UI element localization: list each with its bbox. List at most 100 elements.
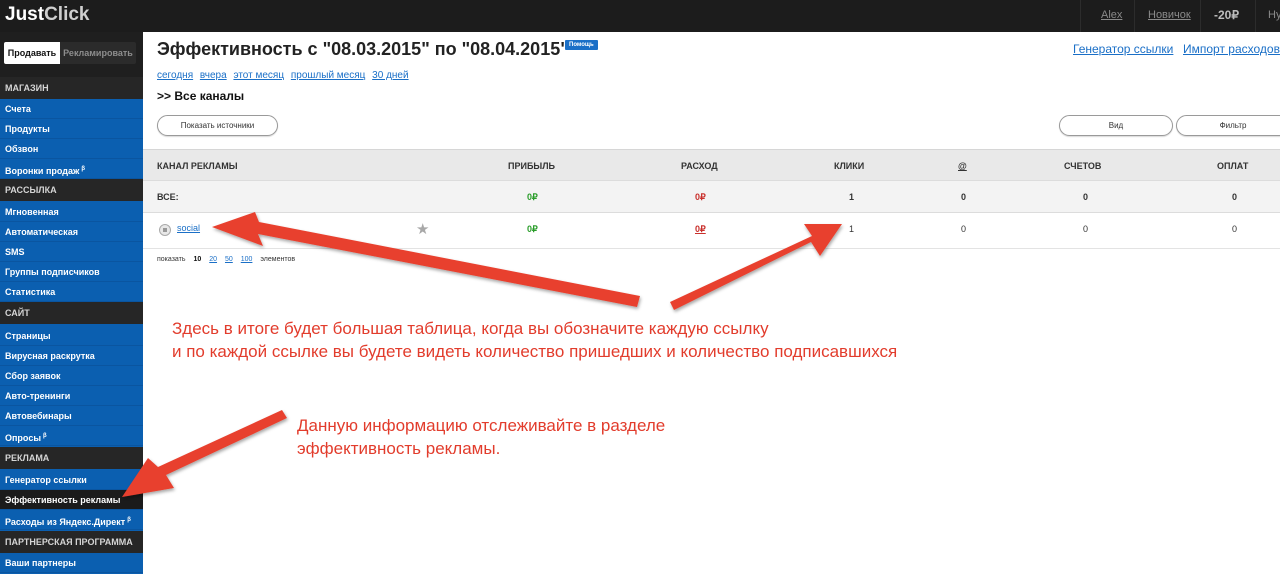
level-link[interactable]: Новичок bbox=[1148, 9, 1191, 21]
sidebar-item-pages[interactable]: Страницы bbox=[0, 326, 143, 346]
divider bbox=[1255, 0, 1256, 32]
channel-icon[interactable] bbox=[159, 224, 171, 236]
sidebar-item-funnels[interactable]: Воронки продаж β bbox=[0, 159, 143, 179]
row-payments: 0 bbox=[1232, 224, 1238, 234]
divider bbox=[1200, 0, 1201, 32]
arrow-to-sidebar bbox=[122, 410, 287, 497]
pager-label: показать bbox=[157, 256, 186, 263]
col-at[interactable]: @ bbox=[958, 161, 967, 171]
pager-option-20[interactable]: 20 bbox=[209, 256, 217, 263]
row-clicks: 1 bbox=[849, 224, 855, 234]
sidebar-item-link-generator[interactable]: Генератор ссылки bbox=[0, 470, 143, 490]
total-at: 0 bbox=[961, 192, 967, 202]
tab-advertise[interactable]: Рекламировать bbox=[60, 42, 136, 64]
table-header: КАНАЛ РЕКЛАМЫ ПРИБЫЛЬ РАСХОД КЛИКИ @ СЧЕ… bbox=[143, 149, 1280, 180]
col-profit[interactable]: ПРИБЫЛЬ bbox=[508, 161, 555, 171]
row-invoices: 0 bbox=[1083, 224, 1089, 234]
annotation-note-section: Данную информацию отслеживайте в разделе… bbox=[297, 414, 665, 460]
sidebar-item-invoices[interactable]: Счета bbox=[0, 99, 143, 119]
col-channel[interactable]: КАНАЛ РЕКЛАМЫ bbox=[157, 161, 238, 171]
star-icon[interactable]: ★ bbox=[416, 220, 429, 238]
total-clicks: 1 bbox=[849, 192, 855, 202]
sidebar-item-instant[interactable]: Мгновенная bbox=[0, 202, 143, 222]
top-bar: JustClick Alex Новичок -20₽ Ну bbox=[0, 0, 1280, 32]
channel-link[interactable]: social bbox=[177, 223, 200, 233]
pager-option-100[interactable]: 100 bbox=[241, 256, 253, 263]
row-at: 0 bbox=[961, 224, 967, 234]
sidebar-item-yandex-direct[interactable]: Расходы из Яндекс.Директ β bbox=[0, 510, 143, 530]
divider bbox=[1080, 0, 1081, 32]
total-expense: 0₽ bbox=[695, 192, 706, 202]
sidebar-item-subscriber-groups[interactable]: Группы подписчиков bbox=[0, 262, 143, 282]
sidebar-item-calls[interactable]: Обзвон bbox=[0, 139, 143, 159]
date-range-links: сегодня вчера этот месяц прошлый месяц 3… bbox=[157, 70, 413, 81]
pager-current: 10 bbox=[193, 256, 202, 263]
beta-mark: β bbox=[127, 517, 131, 523]
beta-mark: β bbox=[81, 166, 86, 172]
total-profit: 0₽ bbox=[527, 192, 538, 202]
total-payments: 0 bbox=[1232, 192, 1238, 202]
total-label: ВСЕ: bbox=[157, 192, 179, 202]
logo-just: Just bbox=[5, 4, 45, 25]
col-payments[interactable]: ОПЛАТ bbox=[1217, 161, 1248, 171]
annotation-line: эффективность рекламы. bbox=[297, 439, 501, 458]
pager-suffix: элементов bbox=[260, 256, 296, 263]
link-generator-link[interactable]: Генератор ссылки bbox=[1073, 42, 1173, 56]
pagination: показать 10 20 50 100 элементов bbox=[157, 256, 295, 263]
annotation-line: и по каждой ссылке вы будете видеть коли… bbox=[172, 342, 898, 361]
annotation-line: Здесь в итоге будет большая таблица, ког… bbox=[172, 319, 769, 338]
date-link-30-days[interactable]: 30 дней bbox=[372, 70, 408, 81]
sidebar-item-label: Воронки продаж bbox=[5, 166, 80, 176]
sidebar-item-label: Расходы из Яндекс.Директ bbox=[5, 517, 126, 527]
section-partners: ПАРТНЕРСКАЯ ПРОГРАММА bbox=[0, 531, 143, 553]
row-expense[interactable]: 0₽ bbox=[695, 224, 706, 235]
sidebar-item-polls[interactable]: Опросы β bbox=[0, 426, 143, 446]
beta-mark: β bbox=[43, 433, 47, 439]
sidebar-item-automatic[interactable]: Автоматическая bbox=[0, 222, 143, 242]
col-expense[interactable]: РАСХОД bbox=[681, 161, 718, 171]
sidebar-item-autowebinars[interactable]: Автовебинары bbox=[0, 406, 143, 426]
sidebar-item-sms[interactable]: SMS bbox=[0, 242, 143, 262]
sidebar-item-statistics[interactable]: Статистика bbox=[0, 282, 143, 302]
annotation-line: Данную информацию отслеживайте в разделе bbox=[297, 416, 666, 435]
annotation-arrows bbox=[122, 212, 842, 497]
col-clicks[interactable]: КЛИКИ bbox=[834, 161, 864, 171]
breadcrumb: >> Все каналы bbox=[157, 89, 245, 103]
sidebar-item-auto-trainings[interactable]: Авто-тренинги bbox=[0, 386, 143, 406]
date-link-yesterday[interactable]: вчера bbox=[200, 70, 227, 81]
date-link-today[interactable]: сегодня bbox=[157, 70, 193, 81]
cut-menu-text[interactable]: Ну bbox=[1268, 9, 1280, 21]
logo-click: Click bbox=[44, 4, 90, 25]
sidebar-item-viral[interactable]: Вирусная раскрутка bbox=[0, 346, 143, 366]
section-mailing: РАССЫЛКА bbox=[0, 179, 143, 201]
user-link[interactable]: Alex bbox=[1101, 9, 1122, 21]
sidebar-item-label: Опросы bbox=[5, 433, 42, 443]
sidebar: Продавать Рекламировать МАГАЗИН Счета Пр… bbox=[0, 32, 143, 574]
view-button[interactable]: Вид bbox=[1059, 115, 1173, 136]
sidebar-item-leads[interactable]: Сбор заявок bbox=[0, 366, 143, 386]
import-expenses-link[interactable]: Импорт расходов bbox=[1183, 42, 1280, 56]
date-link-this-month[interactable]: этот месяц bbox=[233, 70, 284, 81]
show-sources-button[interactable]: Показать источники bbox=[157, 115, 278, 136]
pager-option-50[interactable]: 50 bbox=[225, 256, 233, 263]
section-site: САЙТ bbox=[0, 302, 143, 324]
row-profit: 0₽ bbox=[527, 224, 538, 234]
sidebar-item-ad-efficiency[interactable]: Эффективность рекламы bbox=[0, 490, 143, 510]
date-link-last-month[interactable]: прошлый месяц bbox=[291, 70, 366, 81]
filter-button[interactable]: Фильтр bbox=[1176, 115, 1280, 136]
balance[interactable]: -20₽ bbox=[1214, 8, 1239, 22]
divider bbox=[1134, 0, 1135, 32]
help-button[interactable]: Помощь bbox=[565, 40, 598, 50]
tab-sell[interactable]: Продавать bbox=[4, 42, 60, 64]
annotation-note-table: Здесь в итоге будет большая таблица, ког… bbox=[172, 317, 897, 363]
total-invoices: 0 bbox=[1083, 192, 1089, 202]
page-title: Эффективность с "08.03.2015" по "08.04.2… bbox=[157, 39, 569, 59]
col-invoices[interactable]: СЧЕТОВ bbox=[1064, 161, 1101, 171]
sidebar-item-partners[interactable]: Ваши партнеры bbox=[0, 553, 143, 573]
table-row: social ★ 0₽ 0₽ 1 0 0 0 bbox=[143, 213, 1280, 249]
logo[interactable]: JustClick bbox=[5, 4, 90, 26]
section-advertising: РЕКЛАМА bbox=[0, 447, 143, 469]
table-row-total: ВСЕ: 0₽ 0₽ 1 0 0 0 bbox=[143, 180, 1280, 213]
sidebar-tabs: Продавать Рекламировать bbox=[4, 42, 136, 64]
sidebar-item-products[interactable]: Продукты bbox=[0, 119, 143, 139]
